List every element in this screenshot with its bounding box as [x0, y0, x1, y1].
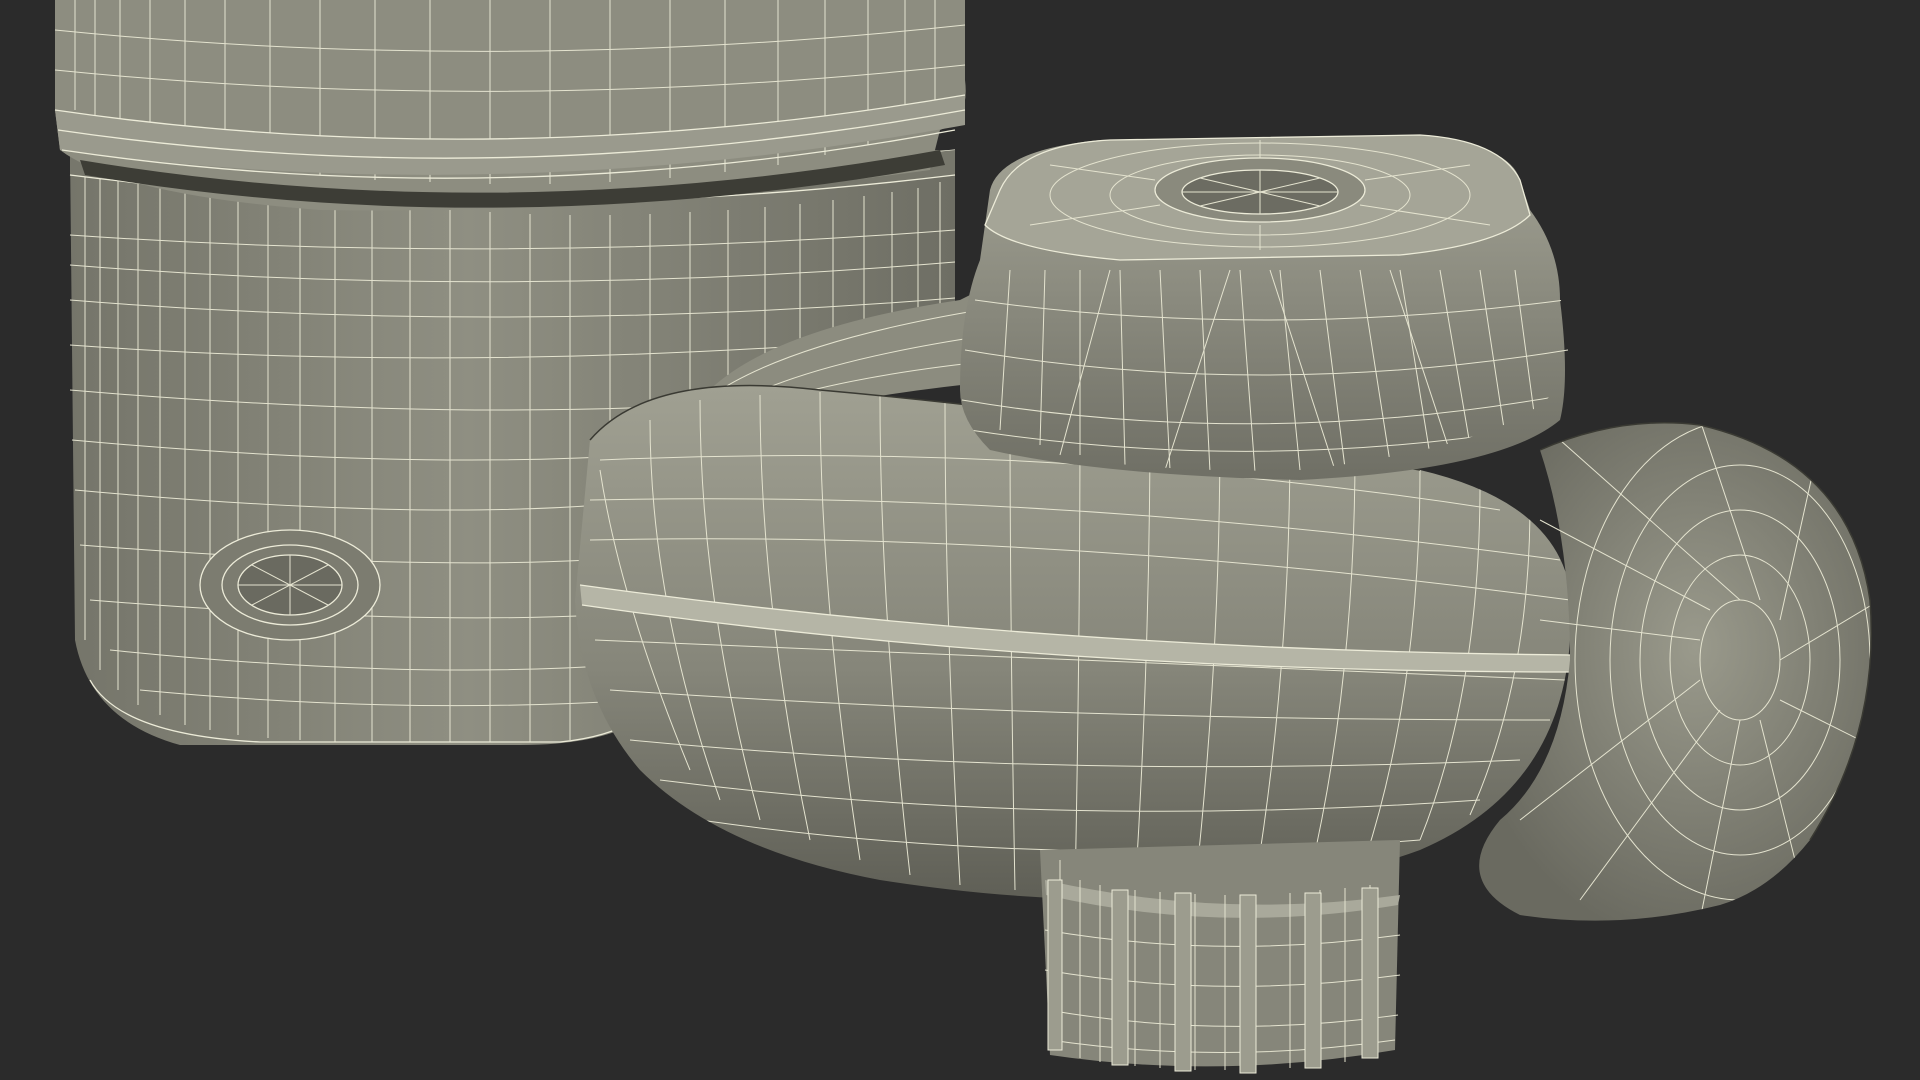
bottom-threaded-outlet [1040, 840, 1401, 1074]
filter-top-cap [54, 0, 966, 211]
side-mount-hole [199, 529, 381, 641]
wireframe-render [54, 0, 1872, 1074]
top-hex-nut [960, 134, 1569, 480]
